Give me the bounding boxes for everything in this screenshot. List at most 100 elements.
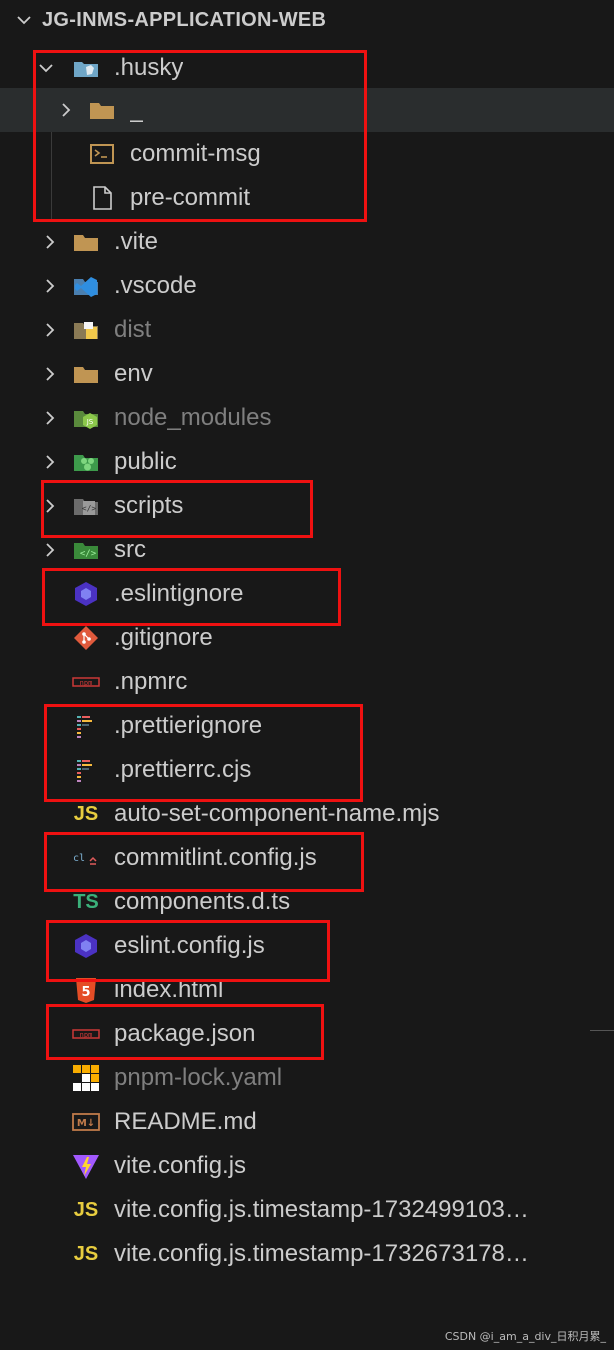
- tree-item-components-dts[interactable]: TS components.d.ts: [0, 880, 614, 924]
- node-folder-icon: JS: [74, 411, 98, 429]
- svg-text:JS: JS: [86, 418, 94, 426]
- npm-glyph: npm: [80, 679, 93, 687]
- folder-icon: [74, 367, 98, 383]
- tree-item-gitignore[interactable]: .gitignore: [0, 616, 614, 660]
- tree-item-label: .prettierrc.cjs: [114, 756, 252, 783]
- tree-item-label: pre-commit: [130, 184, 251, 211]
- file-icon: [93, 186, 112, 210]
- tree-item-commitlint-config[interactable]: cl commitlint.config.js: [0, 836, 614, 880]
- tree-item-vite-timestamp-1[interactable]: JS vite.config.js.timestamp-1732499103…: [0, 1188, 614, 1232]
- tree-item-label: auto-set-component-name.mjs: [114, 800, 440, 827]
- tree-item-public[interactable]: public: [0, 440, 614, 484]
- tree-item-label: src: [114, 536, 146, 563]
- tree-item-node-modules[interactable]: JS node_modules: [0, 396, 614, 440]
- prettier-icon: [77, 760, 92, 782]
- chevron-right-icon[interactable]: [40, 496, 60, 516]
- tree-item-husky[interactable]: .husky: [0, 46, 614, 90]
- tree-item-prettierignore[interactable]: .prettierignore: [0, 704, 614, 748]
- tree-item-label: eslint.config.js: [114, 932, 265, 959]
- tree-item-npmrc[interactable]: npm .npmrc: [0, 660, 614, 704]
- html-glyph: 5: [81, 985, 90, 1000]
- chevron-right-icon[interactable]: [40, 320, 60, 340]
- vscode-folder-icon: [74, 277, 98, 297]
- tree-item-pnpm-lock[interactable]: pnpm-lock.yaml: [0, 1056, 614, 1100]
- tree-item-label: .npmrc: [114, 668, 188, 695]
- watermark: CSDN @i_am_a_div_日积月累_: [444, 1330, 606, 1343]
- tree-item-label: scripts: [114, 492, 184, 519]
- chevron-right-icon[interactable]: [40, 276, 60, 296]
- tree-item-label: README.md: [114, 1108, 257, 1135]
- explorer-header[interactable]: JG-INMS-APPLICATION-WEB: [0, 0, 614, 44]
- npm-icon: npm: [72, 677, 100, 687]
- tree-item-auto-set-component-name[interactable]: JS auto-set-component-name.mjs: [0, 792, 614, 836]
- js-icon: JS: [73, 1243, 99, 1265]
- tree-item-pre-commit[interactable]: pre-commit: [0, 176, 614, 220]
- tree-item-underscore[interactable]: _: [0, 88, 614, 132]
- tree-item-vscode[interactable]: .vscode: [0, 264, 614, 308]
- tree-item-eslintignore[interactable]: .eslintignore: [0, 572, 614, 616]
- tree-item-label: index.html: [114, 976, 224, 1003]
- tree-item-vite-folder[interactable]: .vite: [0, 220, 614, 264]
- tree-item-package-json[interactable]: npm package.json: [0, 1012, 614, 1056]
- tree-item-label: dist: [114, 316, 152, 343]
- tree-item-vite-config[interactable]: vite.config.js: [0, 1144, 614, 1188]
- tree-item-label: public: [114, 448, 177, 475]
- markdown-icon: M↓: [72, 1113, 100, 1131]
- pnpm-icon: [73, 1065, 99, 1091]
- svg-text:</>: </>: [80, 549, 97, 559]
- tree-item-label: .prettierignore: [114, 712, 263, 739]
- src-folder-icon: </>: [74, 543, 98, 559]
- js-icon: JS: [73, 803, 99, 825]
- chevron-right-icon[interactable]: [40, 232, 60, 252]
- tree-item-label: node_modules: [114, 404, 272, 431]
- markdown-glyph: M↓: [77, 1118, 95, 1129]
- chevron-right-icon[interactable]: [40, 452, 60, 472]
- chevron-right-icon[interactable]: [56, 100, 76, 120]
- eslint-icon: [75, 582, 97, 606]
- tree-item-label: components.d.ts: [114, 888, 291, 915]
- git-icon: [74, 626, 98, 650]
- tree-item-scripts[interactable]: </> scripts: [0, 484, 614, 528]
- tree-item-label: .vscode: [114, 272, 197, 299]
- tree-item-label: commit-msg: [130, 140, 261, 167]
- tree-item-eslint-config[interactable]: eslint.config.js: [0, 924, 614, 968]
- tree-item-src[interactable]: </> src: [0, 528, 614, 572]
- tree-item-label: .gitignore: [114, 624, 213, 651]
- npm-glyph: npm: [80, 1031, 93, 1039]
- tree-item-label: vite.config.js.timestamp-1732499103…: [114, 1196, 529, 1223]
- folder-icon: [74, 235, 98, 251]
- tree-item-prettierrc[interactable]: .prettierrc.cjs: [0, 748, 614, 792]
- scrollbar-indicator[interactable]: [590, 1030, 614, 1031]
- chevron-right-icon[interactable]: [40, 540, 60, 560]
- tree-item-label: _: [130, 96, 144, 123]
- html-icon: 5: [76, 978, 96, 1003]
- chevron-down-icon[interactable]: [36, 58, 56, 78]
- commitlint-icon: cl: [73, 853, 97, 865]
- husky-folder-icon: [74, 62, 98, 77]
- chevron-right-icon[interactable]: [40, 364, 60, 384]
- scripts-folder-icon: </>: [74, 499, 98, 515]
- eslint-icon: [75, 934, 97, 958]
- chevron-down-icon[interactable]: [14, 10, 34, 30]
- tree-item-vite-timestamp-2[interactable]: JS vite.config.js.timestamp-1732673178…: [0, 1232, 614, 1276]
- tree-item-label: .eslintignore: [114, 580, 244, 607]
- tree-item-index-html[interactable]: 5 index.html: [0, 968, 614, 1012]
- terminal-file-icon: [90, 144, 114, 164]
- tree-item-label: package.json: [114, 1020, 256, 1047]
- tree-item-dist[interactable]: dist: [0, 308, 614, 352]
- tree-item-env[interactable]: env: [0, 352, 614, 396]
- public-folder-icon: [74, 455, 98, 471]
- chevron-right-icon[interactable]: [40, 408, 60, 428]
- npm-icon: npm: [72, 1029, 100, 1039]
- tree-item-label: commitlint.config.js: [114, 844, 317, 871]
- tree-item-label: env: [114, 360, 153, 387]
- project-title: JG-INMS-APPLICATION-WEB: [42, 9, 327, 31]
- tree-item-label: vite.config.js.timestamp-1732673178…: [114, 1240, 529, 1267]
- tree-item-label: .vite: [114, 228, 159, 255]
- tree-item-label: .husky: [114, 54, 184, 81]
- tree-item-commit-msg[interactable]: commit-msg: [0, 132, 614, 176]
- svg-text:</>: </>: [82, 504, 97, 513]
- tree-item-readme[interactable]: M↓ README.md: [0, 1100, 614, 1144]
- dist-folder-icon: [74, 322, 98, 339]
- tree-item-label: pnpm-lock.yaml: [114, 1064, 283, 1091]
